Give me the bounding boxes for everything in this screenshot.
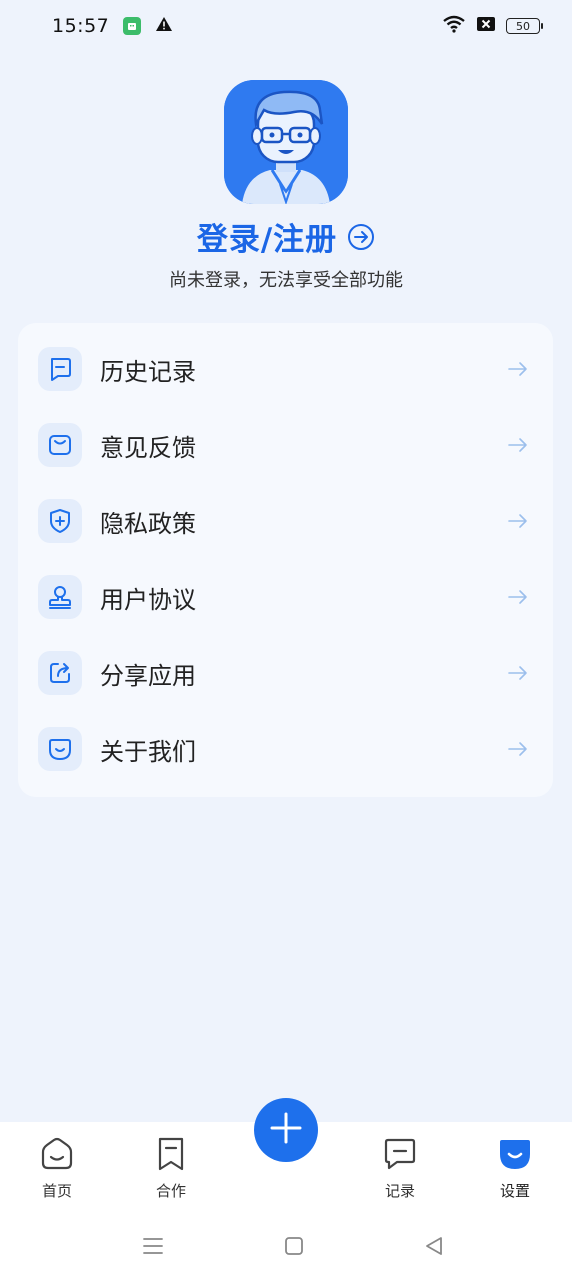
- nav-label: 首页: [41, 1182, 72, 1200]
- login-subtitle: 尚未登录，无法享受全部功能: [169, 270, 403, 291]
- menu-item-history[interactable]: 历史记录: [18, 333, 553, 405]
- settings-smile-icon: [497, 1136, 533, 1176]
- arrow-right-icon: [507, 510, 529, 532]
- settings-menu: 历史记录 意见反馈 隐私政策 用户协议 分享应用 关于我们: [18, 323, 553, 797]
- wifi-icon: [442, 15, 466, 37]
- menu-item-label: 意见反馈: [100, 433, 196, 462]
- nav-item-cooperation[interactable]: 合作: [131, 1136, 211, 1201]
- menu-icon[interactable]: [141, 1234, 165, 1258]
- login-register-row[interactable]: 登录/注册: [0, 214, 572, 259]
- arrow-right-icon: [507, 434, 529, 456]
- status-time: 15:57: [52, 15, 110, 37]
- bookmark-icon: [153, 1136, 189, 1176]
- avatar[interactable]: [224, 80, 348, 204]
- menu-item-label: 分享应用: [100, 661, 196, 690]
- battery-level: 50: [516, 19, 530, 33]
- status-bar: 15:57 50: [0, 0, 572, 52]
- battery-icon: 50: [506, 18, 543, 34]
- warning-icon: [155, 16, 173, 36]
- login-register-label[interactable]: 登录/注册: [197, 214, 337, 259]
- feedback-icon: [38, 423, 82, 467]
- about-icon: [38, 727, 82, 771]
- nav-item-records[interactable]: 记录: [360, 1136, 440, 1201]
- add-button[interactable]: [254, 1098, 318, 1162]
- menu-item-share[interactable]: 分享应用: [18, 637, 553, 709]
- menu-item-privacy[interactable]: 隐私政策: [18, 485, 553, 557]
- share-icon: [38, 651, 82, 695]
- menu-item-feedback[interactable]: 意见反馈: [18, 409, 553, 481]
- nav-label: 设置: [499, 1182, 530, 1200]
- plus-icon: [269, 1111, 303, 1149]
- history-icon: [38, 347, 82, 391]
- chat-record-icon: [382, 1136, 418, 1176]
- menu-item-label: 用户协议: [100, 585, 196, 614]
- menu-item-user-agreement[interactable]: 用户协议: [18, 561, 553, 633]
- nav-label: 记录: [384, 1182, 415, 1200]
- user-agreement-icon: [38, 575, 82, 619]
- system-navigation-bar: [0, 1222, 572, 1270]
- menu-item-about[interactable]: 关于我们: [18, 713, 553, 785]
- arrow-right-icon: [507, 738, 529, 760]
- privacy-shield-icon: [38, 499, 82, 543]
- menu-item-label: 隐私政策: [100, 509, 196, 538]
- back-triangle-icon[interactable]: [422, 1234, 446, 1258]
- no-sim-icon: [476, 16, 496, 36]
- home-square-icon[interactable]: [282, 1234, 306, 1258]
- arrow-right-icon: [507, 586, 529, 608]
- home-icon: [39, 1136, 75, 1176]
- arrow-circle-right-icon[interactable]: [347, 223, 375, 251]
- app-notification-icon: [123, 17, 142, 35]
- arrow-right-icon: [507, 662, 529, 684]
- menu-item-label: 关于我们: [100, 737, 196, 766]
- arrow-right-icon: [507, 358, 529, 380]
- nav-label: 合作: [155, 1182, 186, 1200]
- nav-item-home[interactable]: 首页: [17, 1136, 97, 1201]
- menu-item-label: 历史记录: [100, 357, 196, 386]
- nav-item-settings[interactable]: 设置: [475, 1136, 555, 1201]
